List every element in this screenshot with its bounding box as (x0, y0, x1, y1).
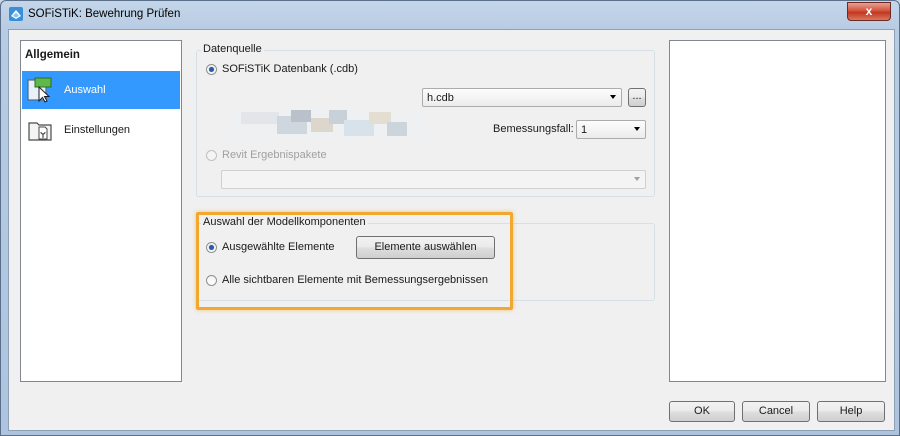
preview-panel (669, 40, 886, 382)
nav-item-einstellungen[interactable]: Einstellungen (22, 111, 180, 149)
window-title: SOFiSTiK: Bewehrung Prüfen (28, 8, 181, 20)
nav-item-label: Einstellungen (64, 124, 131, 136)
radio-revit-label[interactable]: Revit Ergebnispakete (222, 149, 327, 161)
cdb-file-value: h.cdb (427, 92, 454, 104)
title-bar[interactable]: SOFiSTiK: Bewehrung Prüfen x (1, 1, 899, 29)
design-case-label: Bemessungsfall: (493, 123, 574, 135)
chevron-down-icon (610, 95, 616, 99)
chevron-down-icon (634, 127, 640, 131)
help-button[interactable]: Help (817, 401, 885, 422)
annotation-highlight-box (196, 212, 513, 310)
radio-cdb[interactable] (206, 64, 217, 75)
navigation-panel: Allgemein Auswahl Einstellungen (20, 40, 182, 382)
radio-cdb-label[interactable]: SOFiSTiK Datenbank (.cdb) (222, 63, 358, 75)
datasource-group-title: Datenquelle (201, 43, 264, 55)
revit-package-combobox[interactable] (221, 170, 646, 189)
nav-header: Allgemein (25, 49, 80, 61)
ok-button[interactable]: OK (669, 401, 735, 422)
cancel-button[interactable]: Cancel (742, 401, 810, 422)
cdb-file-combobox[interactable]: h.cdb (422, 88, 622, 107)
close-button[interactable]: x (847, 2, 891, 21)
dialog-window: SOFiSTiK: Bewehrung Prüfen x Allgemein A… (0, 0, 900, 436)
design-case-combobox[interactable]: 1 (576, 120, 646, 139)
browse-button[interactable]: ... (628, 88, 646, 107)
obscured-file-path (229, 110, 424, 140)
selection-icon (27, 77, 52, 103)
design-case-value: 1 (581, 124, 588, 136)
settings-folder-icon (28, 122, 52, 141)
dialog-client-area: Allgemein Auswahl Einstellungen Datenque… (8, 29, 895, 431)
nav-item-auswahl[interactable]: Auswahl (22, 71, 180, 109)
chevron-down-icon (634, 177, 640, 181)
sofistik-app-icon (9, 7, 23, 21)
nav-item-label: Auswahl (64, 84, 106, 96)
radio-revit[interactable] (206, 150, 217, 161)
